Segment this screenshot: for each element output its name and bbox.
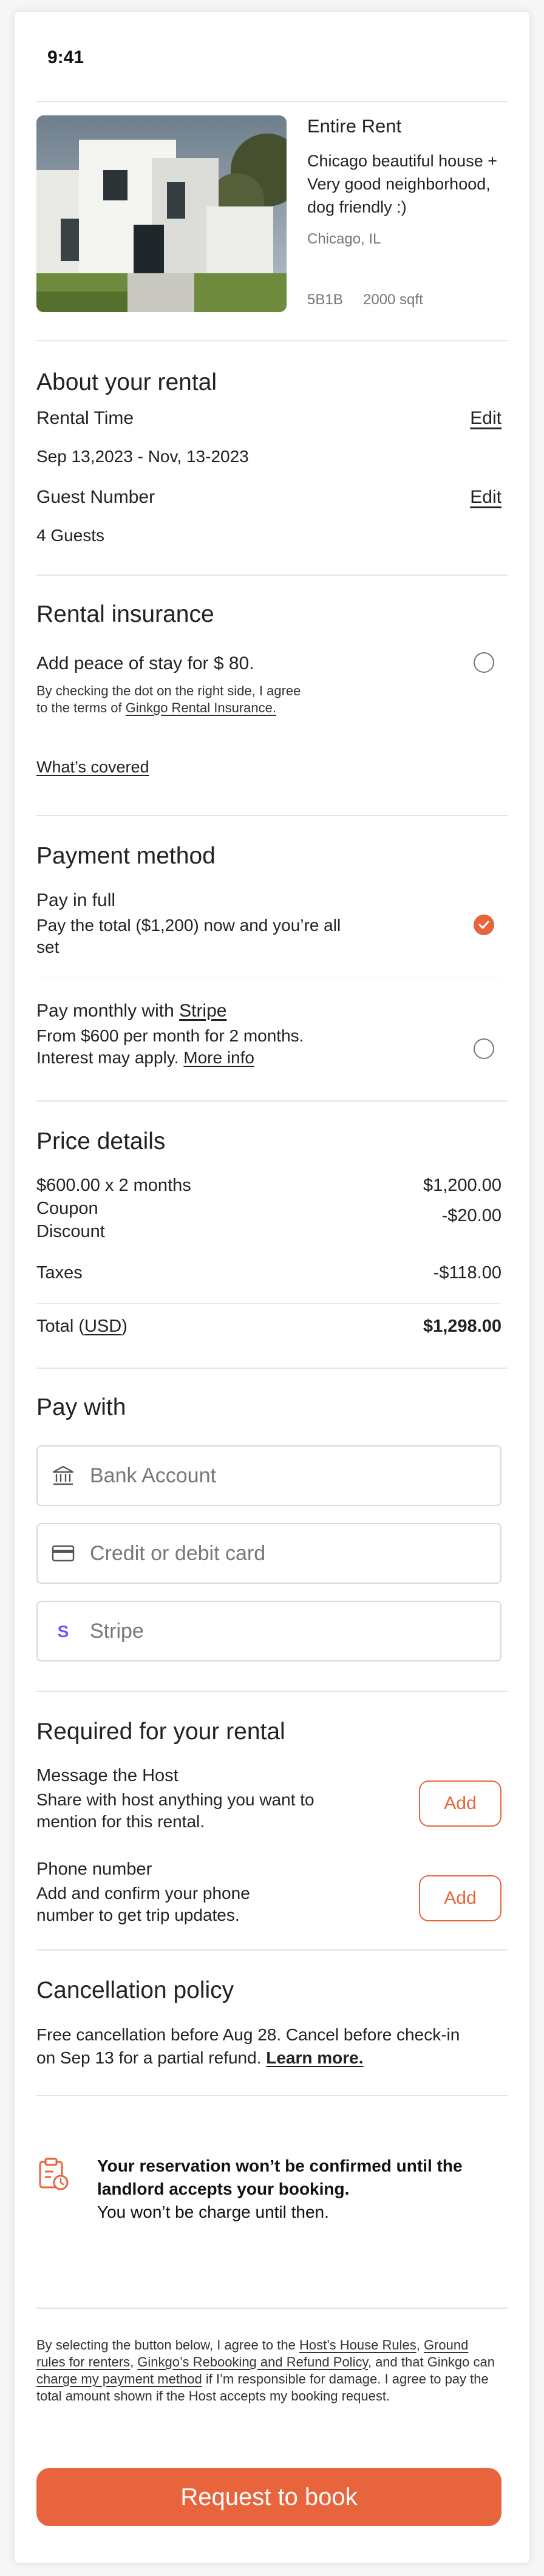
total-value: $1,298.00 (423, 1317, 501, 1336)
divider (36, 1691, 508, 1692)
request-to-book-button[interactable]: Request to book (36, 2468, 501, 2526)
house-rules-link[interactable]: Host’s House Rules (299, 2337, 416, 2353)
whats-covered-link[interactable]: What’s covered (36, 758, 149, 777)
cancellation-text: Free cancellation before Aug 28. Cancel … (36, 2023, 461, 2070)
learn-more-link[interactable]: Learn more. (266, 2048, 363, 2067)
notice-sub-text: You won’t be charge until then. (97, 2203, 329, 2221)
divider (36, 2308, 508, 2309)
calendar-clock-icon (38, 2157, 70, 2192)
rental-time-value: Sep 13,2023 - Nov, 13-2023 (36, 447, 249, 466)
divider (36, 1100, 508, 1102)
listing-description: Chicago beautiful house + Very good neig… (307, 152, 497, 216)
price-row-label: $600.00 x 2 months (36, 1176, 191, 1195)
phone-number-title: Phone number (36, 1859, 152, 1879)
divider (36, 1303, 501, 1304)
legal-text: By selecting the button below, I agree t… (36, 2337, 498, 2405)
total-label-prefix: Total ( (36, 1317, 84, 1336)
price-total-row: Total (USD) $1,298.00 (36, 1317, 501, 1337)
phone-number-add-button[interactable]: Add (419, 1875, 501, 1921)
house-image (36, 115, 287, 312)
message-host-title: Message the Host (36, 1766, 178, 1785)
price-row-label: Taxes (36, 1263, 83, 1283)
insurance-offer: Add peace of stay for $ 80. (36, 653, 254, 673)
listing-type: Entire Rent (307, 115, 402, 137)
rental-time-edit-link[interactable]: Edit (470, 408, 501, 429)
pay-monthly-radio[interactable] (474, 1038, 494, 1059)
price-title: Price details (36, 1128, 166, 1154)
booking-notice: Your reservation won’t be confirmed unti… (97, 2155, 486, 2224)
svg-text:S: S (58, 1622, 69, 1641)
divider (36, 1368, 508, 1369)
divider (36, 1949, 508, 1951)
divider (36, 2095, 508, 2096)
divider (36, 101, 508, 102)
check-icon (478, 921, 489, 929)
rental-time-label: Rental Time (36, 408, 134, 428)
stripe-link[interactable]: Stripe (179, 1001, 226, 1021)
legal-part: , (416, 2337, 424, 2353)
price-row-label: Coupon (36, 1199, 98, 1218)
about-title: About your rental (36, 369, 217, 395)
listing-location: Chicago, IL (307, 231, 381, 247)
insurance-title: Rental insurance (36, 601, 214, 627)
price-row-coupon: Coupon -$20.00 (36, 1199, 501, 1225)
listing-rooms: 5B1B (307, 291, 343, 308)
payment-title: Payment method (36, 843, 216, 869)
stripe-icon: S (51, 1619, 75, 1643)
pay-monthly-desc-text: From $600 per month for 2 months. Intere… (36, 1026, 304, 1067)
charge-payment-link[interactable]: charge my payment method (36, 2371, 202, 2387)
pay-monthly-desc: From $600 per month for 2 months. Intere… (36, 1025, 352, 1069)
bank-icon (51, 1463, 75, 1488)
legal-part: By selecting the button below, I agree t… (36, 2337, 299, 2353)
pay-full-desc: Pay the total ($1,200) now and you’re al… (36, 916, 341, 956)
cancellation-body: Free cancellation before Aug 28. Cancel … (36, 2025, 460, 2067)
listing-photo[interactable] (36, 115, 287, 312)
divider (36, 574, 508, 576)
notice-bold-text: Your reservation won’t be confirmed unti… (97, 2156, 463, 2198)
price-row-taxes: Taxes -$118.00 (36, 1263, 501, 1283)
insurance-terms-link[interactable]: Ginkgo Rental Insurance. (126, 700, 276, 715)
message-host-desc: Share with host anything you want to men… (36, 1790, 314, 1831)
card-option[interactable]: Credit or debit card (36, 1523, 501, 1584)
legal-part: , and that Ginkgo can (367, 2354, 495, 2370)
guest-number-label: Guest Number (36, 487, 155, 507)
price-row-value: $1,200.00 (423, 1176, 501, 1195)
message-host-add-button[interactable]: Add (419, 1780, 501, 1827)
legal-part: , (130, 2354, 138, 2370)
card-label: Credit or debit card (90, 1541, 266, 1565)
price-row-value: -$118.00 (433, 1263, 501, 1283)
guest-number-edit-link[interactable]: Edit (470, 487, 501, 508)
bank-account-label: Bank Account (90, 1463, 216, 1487)
price-row-label: Discount (36, 1222, 105, 1241)
insurance-radio[interactable] (474, 652, 494, 673)
stripe-label: Stripe (90, 1619, 144, 1643)
cancellation-title: Cancellation policy (36, 1977, 234, 2003)
listing-area: 2000 sqft (363, 291, 423, 308)
divider (36, 815, 508, 816)
total-label: Total (USD) (36, 1317, 127, 1336)
insurance-terms: By checking the dot on the right side, I… (36, 683, 304, 717)
booking-screen: 9:41 Entire Rent Chicago beautiful house… (15, 12, 529, 2563)
stripe-option[interactable]: S Stripe (36, 1601, 501, 1661)
more-info-link[interactable]: More info (183, 1048, 254, 1067)
pay-full-title: Pay in full (36, 890, 116, 910)
divider (36, 340, 508, 341)
credit-card-icon (51, 1541, 75, 1566)
currency-link[interactable]: USD (84, 1317, 121, 1336)
pay-with-title: Pay with (36, 1394, 126, 1420)
price-row-nightly: $600.00 x 2 months $1,200.00 (36, 1176, 501, 1196)
pay-monthly-title-text: Pay monthly with (36, 1001, 180, 1021)
refund-policy-link[interactable]: Ginkgo’s Rebooking and Refund Policy (137, 2354, 368, 2370)
total-label-suffix: ) (121, 1317, 127, 1336)
phone-number-desc: Add and confirm your phone number to get… (36, 1884, 250, 1924)
bank-account-option[interactable]: Bank Account (36, 1445, 501, 1506)
guest-number-value: 4 Guests (36, 526, 105, 545)
status-time: 9:41 (47, 47, 84, 67)
pay-monthly-title: Pay monthly with Stripe (36, 1001, 226, 1021)
pay-full-radio[interactable] (474, 915, 494, 935)
price-row-discount: Discount (36, 1222, 501, 1242)
required-title: Required for your rental (36, 1719, 285, 1745)
